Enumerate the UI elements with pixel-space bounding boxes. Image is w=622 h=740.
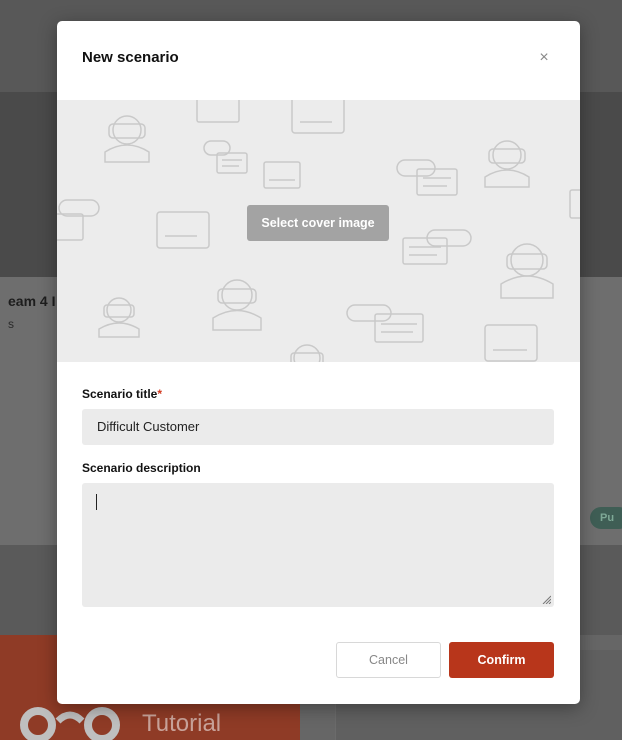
scenario-title-input[interactable]: Difficult Customer — [82, 409, 554, 445]
bg-subtext: s — [8, 317, 14, 331]
close-icon: × — [539, 49, 549, 66]
cancel-button[interactable]: Cancel — [336, 642, 441, 678]
new-scenario-modal: New scenario × Select cover image Scenar… — [57, 21, 580, 704]
resize-handle-icon[interactable] — [541, 594, 551, 604]
logo-icon — [20, 707, 120, 740]
required-asterisk: * — [157, 387, 163, 401]
bg-tutorial-label: Tutorial — [142, 710, 222, 737]
scenario-title-label: Scenario title* — [82, 387, 162, 401]
scenario-title-label-text: Scenario title — [82, 387, 158, 401]
scenario-description-label: Scenario description — [82, 461, 201, 475]
modal-title: New scenario — [82, 49, 179, 66]
bg-status-pill: Pu — [590, 507, 622, 529]
scenario-description-textarea[interactable] — [82, 483, 554, 607]
cover-image-area[interactable]: Select cover image — [57, 100, 580, 362]
bg-heading: eam 4 I — [8, 293, 56, 309]
confirm-button[interactable]: Confirm — [449, 642, 554, 678]
select-cover-image-button[interactable]: Select cover image — [247, 205, 389, 241]
text-cursor — [96, 494, 97, 510]
close-button[interactable]: × — [534, 48, 554, 68]
